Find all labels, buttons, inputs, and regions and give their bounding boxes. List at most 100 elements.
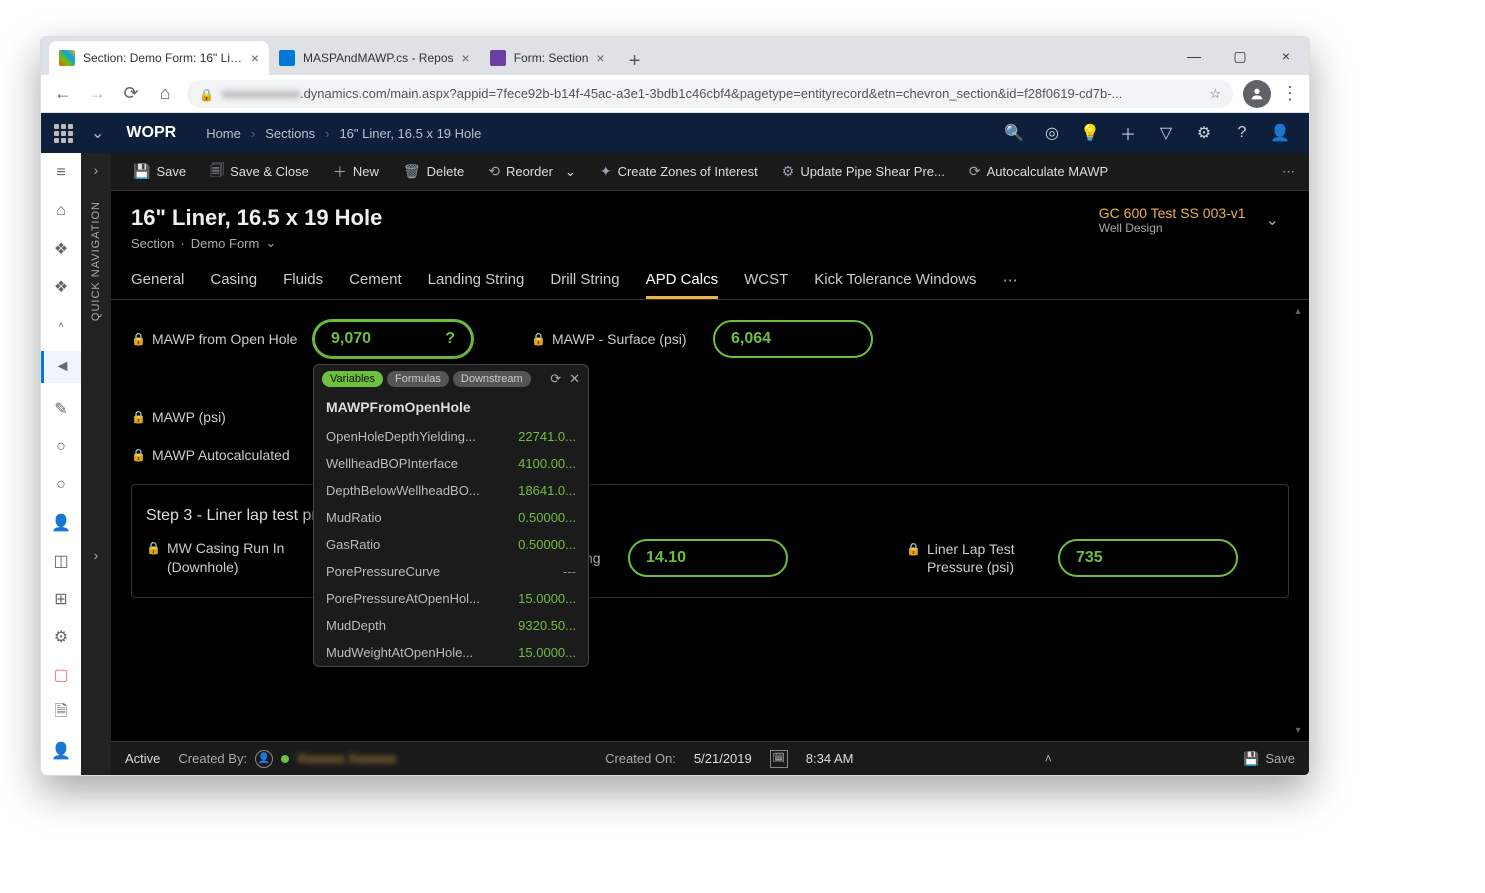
popover-tab-formulas[interactable]: Formulas [387,371,449,387]
tab-kick-tolerance[interactable]: Kick Tolerance Windows [814,263,976,299]
rail-selected-icon[interactable]: ◄ [41,351,81,383]
browser-tab[interactable]: Form: Section × [480,41,615,75]
rail-circle-icon[interactable]: ○ [49,435,73,459]
back-button[interactable]: ← [51,82,75,106]
autocalc-button[interactable]: ⟳Autocalculate MAWP [959,159,1118,184]
chrome-menu-icon[interactable]: ⋮ [1281,83,1299,104]
chevron-down-icon[interactable]: ⌄ [265,235,276,251]
casing-value[interactable]: 14.10 [628,539,788,577]
gear-icon[interactable]: ⚙ [1193,122,1215,144]
rail-grid-icon[interactable]: ⊞ [49,587,73,611]
browser-tab[interactable]: MASPAndMAWP.cs - Repos × [269,41,480,75]
tab-overflow[interactable]: ⋯ [1003,263,1020,299]
variable-row[interactable]: MudRatio0.50000... [314,504,588,531]
popover-tab-downstream[interactable]: Downstream [453,371,531,387]
rail-circle2-icon[interactable]: ○ [49,473,73,497]
help-icon[interactable]: ? [1231,122,1253,144]
close-tab-icon[interactable]: × [596,50,604,66]
header-chevron-icon[interactable]: ⌄ [1266,210,1279,230]
user-icon[interactable]: 👤 [1269,122,1291,144]
mawp-surface-value[interactable]: 6,064 [713,320,873,358]
rail-user2-icon[interactable]: 👤 [49,739,73,763]
url-input[interactable]: 🔒 xxxxxxxxxxxx .dynamics.com/main.aspx?a… [187,80,1233,108]
close-tab-icon[interactable]: × [462,50,470,66]
project-name[interactable]: GC 600 Test SS 003-v1 [1099,205,1246,221]
scroll-up-icon[interactable]: ▴ [1291,304,1305,318]
scroll-down-icon[interactable]: ▾ [1291,723,1305,737]
quick-nav-expand-2[interactable]: › [81,538,111,572]
reorder-button[interactable]: ⟲Reorder⌄ [478,159,586,184]
profile-avatar[interactable] [1243,80,1271,108]
rail-app-icon[interactable]: ◫ [49,549,73,573]
rail-edit-icon[interactable]: ✎ [49,397,73,421]
close-tab-icon[interactable]: × [251,50,259,66]
target-icon[interactable]: ◎ [1041,122,1063,144]
variable-row[interactable]: MudWeightAtOpenHole...15.0000... [314,639,588,666]
mawp-open-hole-value[interactable]: 9,070? [313,320,473,358]
rail-gear-icon[interactable]: ⚙ [49,625,73,649]
close-icon[interactable]: ✕ [569,371,580,387]
bulb-icon[interactable]: 💡 [1079,122,1101,144]
minimize-button[interactable]: — [1171,37,1217,75]
rail-square-icon[interactable]: ▢ [49,663,73,687]
save-icon: 💾 [1243,751,1259,767]
crumb-home[interactable]: Home [206,126,241,141]
tab-cement[interactable]: Cement [349,263,402,299]
tab-apd-calcs[interactable]: APD Calcs [646,263,719,299]
popover-tab-variables[interactable]: Variables [322,371,383,387]
tab-drill-string[interactable]: Drill String [550,263,619,299]
variable-row[interactable]: PorePressureCurve--- [314,558,588,585]
search-icon[interactable]: 🔍 [1003,122,1025,144]
maximize-button[interactable]: ▢ [1217,37,1263,75]
close-window-button[interactable]: × [1263,37,1309,75]
status-save-button[interactable]: 💾Save [1243,751,1295,767]
crumb-sections[interactable]: Sections [265,126,315,141]
new-button[interactable]: ＋New [323,158,389,186]
save-button[interactable]: 💾Save [123,159,196,184]
app-launcher-icon[interactable] [49,119,77,147]
bookmark-icon[interactable]: ☆ [1209,86,1221,102]
delete-button[interactable]: 🗑Delete [393,159,474,184]
save-close-button[interactable]: 🗐Save & Close [200,156,319,188]
tab-landing-string[interactable]: Landing String [428,263,525,299]
tab-wcst[interactable]: WCST [744,263,788,299]
new-tab-button[interactable]: + [621,47,649,75]
plus-icon[interactable]: ＋ [1117,122,1139,144]
reload-button[interactable]: ⟳ [119,82,143,106]
home-button[interactable]: ⌂ [153,82,177,106]
tab-general[interactable]: General [131,263,184,299]
variables-list[interactable]: OpenHoleDepthYielding...22741.0... Wellh… [314,423,588,666]
tab-fluids[interactable]: Fluids [283,263,323,299]
create-zones-button[interactable]: ✦Create Zones of Interest [590,159,768,184]
variable-row[interactable]: DepthBelowWellheadBO...18641.0... [314,477,588,504]
var-name: MudWeightAtOpenHole... [326,645,510,660]
quick-nav-expand[interactable]: › [81,153,111,187]
more-commands[interactable]: ⋯ [1282,164,1297,180]
help-icon[interactable]: ? [445,330,455,348]
step3-card: Step 3 - Liner lap test pr 🔒MW Casing Ru… [131,484,1289,598]
refresh-icon[interactable]: ⟳ [550,371,561,387]
rail-person-icon[interactable]: 👤 [49,511,73,535]
chevron-down-icon[interactable]: ⌄ [91,123,104,143]
liner-lap-value[interactable]: 735 [1058,539,1238,577]
page-title: 16" Liner, 16.5 x 19 Hole [131,205,382,231]
rail-stack-icon[interactable]: ❖ [49,275,73,299]
rail-layers-icon[interactable]: ❖ [49,237,73,261]
tab-casing[interactable]: Casing [210,263,257,299]
calendar-icon[interactable]: 🗓 [770,750,788,768]
funnel-icon[interactable]: ▽ [1155,122,1177,144]
rail-menu-icon[interactable]: ≡ [49,161,73,185]
chevron-up-icon[interactable]: ˄ [1045,751,1053,766]
browser-tab[interactable]: Section: Demo Form: 16" Liner, 1 × [49,41,269,75]
variable-row[interactable]: OpenHoleDepthYielding...22741.0... [314,423,588,450]
update-pipe-button[interactable]: ⚙Update Pipe Shear Pre... [772,159,955,184]
variable-row[interactable]: GasRatio0.50000... [314,531,588,558]
rail-chevron-icon[interactable]: ˄ [49,313,73,337]
rail-doc-icon[interactable]: 🗎 [49,701,73,725]
left-rail: ≡ ⌂ ❖ ❖ ˄ ◄ ✎ ○ ○ 👤 ◫ ⊞ ⚙ ▢ 🗎 👤 [41,153,81,775]
variable-row[interactable]: WellheadBOPInterface4100.00... [314,450,588,477]
variable-row[interactable]: MudDepth9320.50... [314,612,588,639]
variable-row[interactable]: PorePressureAtOpenHol...15.0000... [314,585,588,612]
rail-home-icon[interactable]: ⌂ [49,199,73,223]
forward-button[interactable]: → [85,82,109,106]
